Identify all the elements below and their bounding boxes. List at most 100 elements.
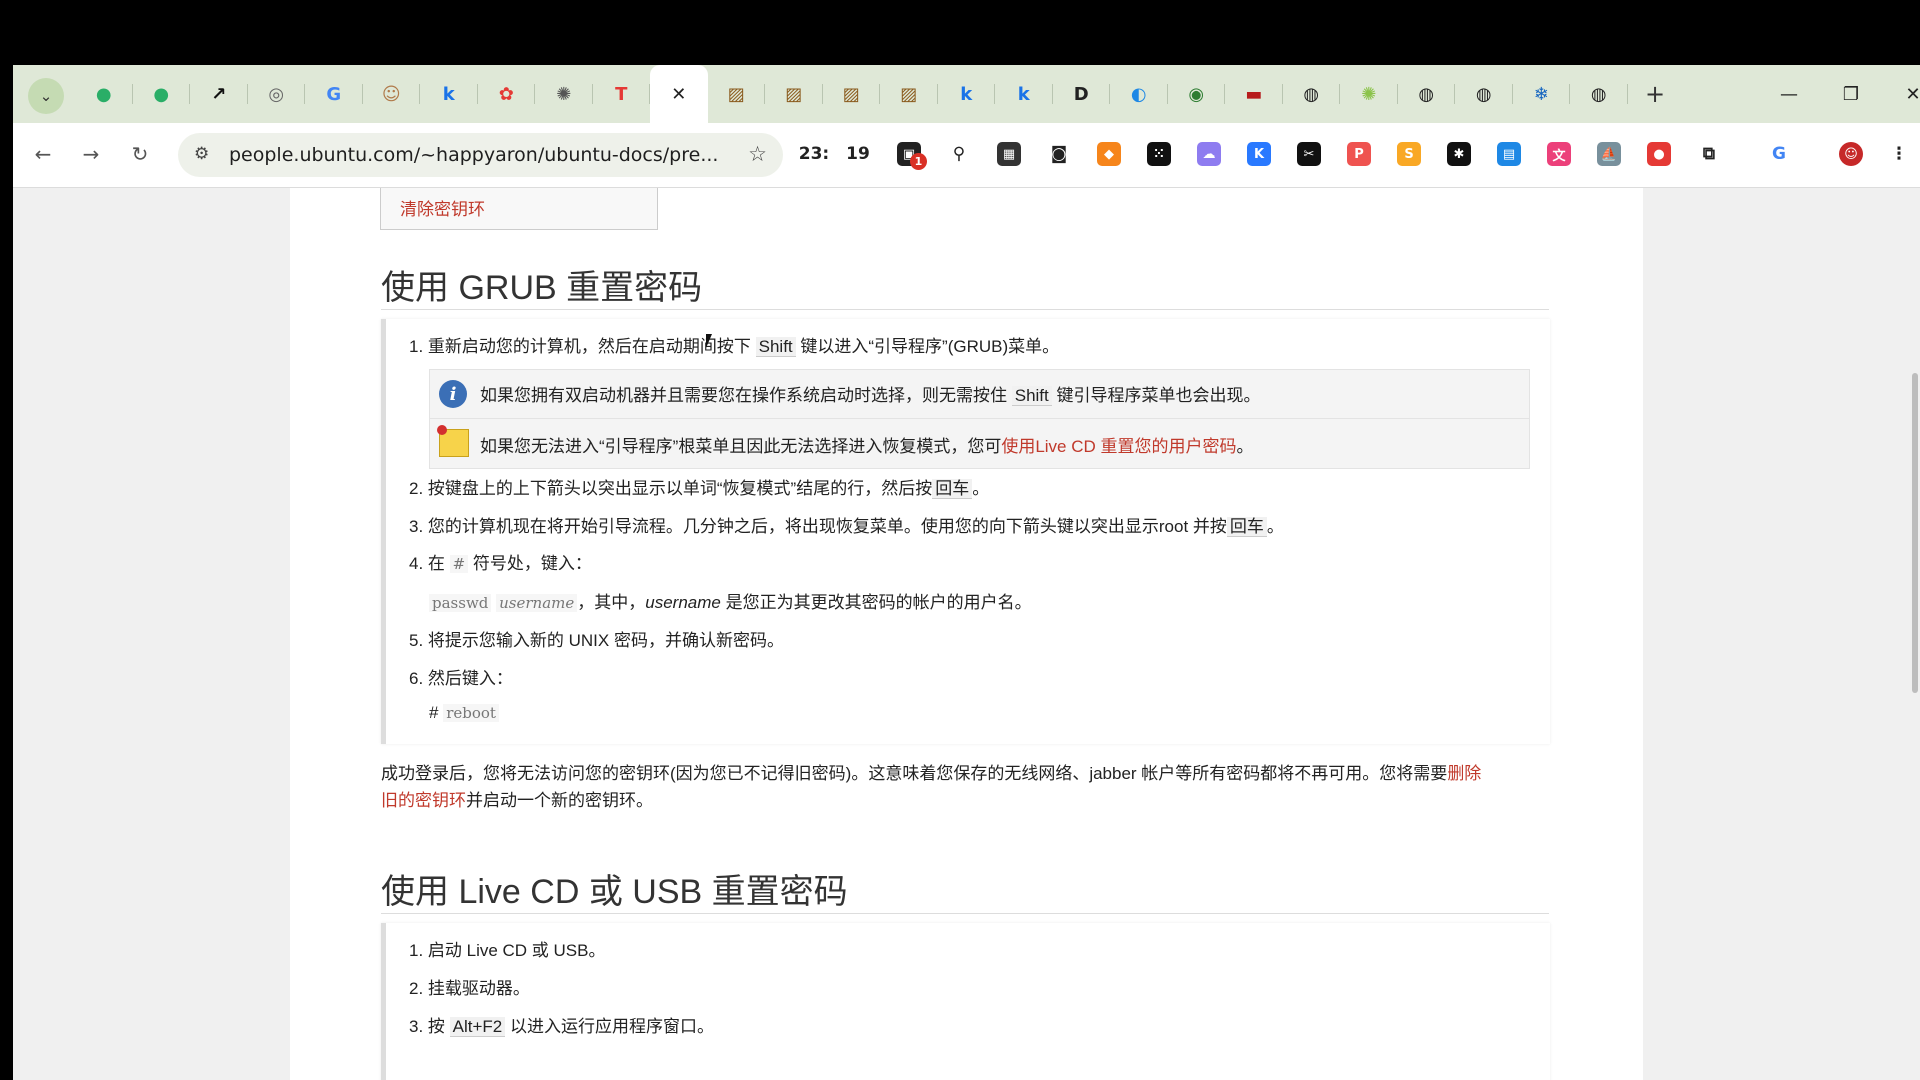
image-tab-1[interactable]: ▨ — [708, 65, 766, 123]
back-button[interactable]: ← — [28, 139, 58, 169]
step-5: 5. 将提示您输入新的 UNIX 密码，并确认新密码。 — [409, 631, 784, 650]
red-t-tab-icon: T — [615, 83, 628, 105]
close-window-button[interactable]: ✕ — [1891, 77, 1920, 111]
globe-tab[interactable]: ◎ — [248, 65, 306, 123]
github-tab-4-icon: ◍ — [1590, 83, 1607, 105]
extension-badge-icon[interactable]: ▣ 1 — [895, 140, 927, 170]
scrollbar-thumb[interactable] — [1912, 373, 1918, 693]
card-tab[interactable]: ▬ — [1225, 65, 1283, 123]
puzzle-extensions-icon[interactable]: ⧉ — [1695, 140, 1723, 168]
search-extension-icon[interactable]: ⚲ — [945, 140, 973, 168]
k-tab-2[interactable]: k — [938, 65, 996, 123]
cloud-extension-icon[interactable]: ☁ — [1195, 140, 1223, 168]
arrow-tab[interactable]: ↗ — [190, 65, 248, 123]
green-tab[interactable]: ◉ — [1168, 65, 1226, 123]
live-step-3: 3. 按 Alt+F2 以进入运行应用程序窗口。 — [409, 1017, 714, 1037]
p-extension-icon[interactable]: P — [1345, 140, 1373, 168]
chevron-down-icon: ⌄ — [39, 87, 53, 105]
chatgpt-tab[interactable]: ✺ — [1340, 65, 1398, 123]
asterisk-extension-icon[interactable]: ✱ — [1445, 140, 1473, 168]
image-tab-3[interactable]: ▨ — [823, 65, 881, 123]
image-extension-icon[interactable]: ▤ — [1495, 140, 1523, 168]
step-3: 3. 您的计算机现在将开始引导流程。几分钟之后，将出现恢复菜单。使用您的向下箭头… — [409, 517, 1284, 537]
github-tab-2[interactable]: ◍ — [1398, 65, 1456, 123]
reboot-command: # reboot — [429, 703, 499, 723]
browser-window: ⌄ ● ● ↗ ◎ G ☺ k ✿ ✺ T ✕ ▨ ▨ ▨ ▨ k k D ◐ ◉ ▬ ◍ ✺ ◍ ◍ ❄ ◍ + — ❐ ✕ ← … — [13, 65, 1920, 1080]
github-tab-1-icon: ◍ — [1303, 83, 1320, 105]
shift-key: Shift — [755, 337, 796, 357]
image-tab-2[interactable]: ▨ — [765, 65, 823, 123]
warning-note-text: 如果您无法进入“引导程序”根菜单且因此无法选择进入恢复模式，您可使用Live C… — [480, 437, 1254, 456]
wechat-tab-2[interactable]: ● — [133, 65, 191, 123]
image-tab-4[interactable]: ▨ — [880, 65, 938, 123]
dash-tab-icon: D — [1073, 83, 1089, 105]
extension-counter-b[interactable]: 19 — [842, 140, 874, 168]
wechat-tab-icon: ● — [95, 83, 112, 105]
clear-keyring-link[interactable]: 清除密钥环 — [400, 195, 485, 220]
image-tab-2-icon: ▨ — [785, 83, 803, 105]
chart-extension-icon[interactable]: ▦ — [995, 140, 1023, 168]
github-tab-2-icon: ◍ — [1418, 83, 1435, 105]
active-tab[interactable]: ✕ — [650, 65, 708, 123]
github-tab-3[interactable]: ◍ — [1455, 65, 1513, 123]
browser-toolbar: ← → ↻ ⚙ people.ubuntu.com/~happyaron/ubu… — [13, 123, 1920, 188]
step-6: 6. 然后键入： — [409, 669, 513, 688]
google-account-icon[interactable]: G — [1765, 140, 1793, 168]
huawei-tab[interactable]: ✿ — [478, 65, 536, 123]
address-bar[interactable]: ⚙ people.ubuntu.com/~happyaron/ubuntu-do… — [178, 133, 783, 177]
active-tab-icon[interactable]: ✕ — [669, 84, 689, 105]
github-tab-1[interactable]: ◍ — [1283, 65, 1341, 123]
tab-search-button[interactable]: ⌄ — [28, 78, 64, 114]
info-note-text: 如果您拥有双启动机器并且需要您在操作系统启动时选择，则无需按住 Shift 键引… — [480, 386, 1261, 406]
openai-tab[interactable]: ✺ — [535, 65, 593, 123]
vertical-scrollbar[interactable] — [1910, 188, 1920, 1080]
red-extension-icon[interactable]: ● — [1645, 140, 1673, 168]
page-viewport: 清除密钥环 使用 GRUB 重置密码 1. 重新启动您的计算机，然后在启动期间按… — [13, 188, 1910, 1080]
github-tab-4[interactable]: ◍ — [1570, 65, 1628, 123]
dash-tab[interactable]: D — [1053, 65, 1111, 123]
wechat-tab-2-icon: ● — [153, 83, 170, 105]
keyring-paragraph: 成功登录后，您将无法访问您的密钥环(因为您已不记得旧密码)。这意味着您保存的无线… — [381, 764, 1482, 810]
boat-extension-icon[interactable]: ⛵ — [1595, 140, 1623, 168]
delete-old-keyring-link[interactable]: 删除 — [1447, 764, 1481, 783]
k-extension-icon[interactable]: K — [1245, 140, 1273, 168]
puzzle-x-extension-icon[interactable]: ✂ — [1295, 140, 1323, 168]
url-text[interactable]: people.ubuntu.com/~happyaron/ubuntu-docs… — [229, 144, 718, 166]
k-tab[interactable]: k — [420, 65, 478, 123]
live-cd-reset-link[interactable]: 使用Live CD 重置您的用户密码 — [1001, 437, 1236, 456]
delete-old-keyring-link-2[interactable]: 旧的密钥环 — [381, 791, 466, 810]
s-extension-icon[interactable]: S — [1395, 140, 1423, 168]
bookmark-star-icon[interactable]: ☆ — [748, 142, 767, 166]
k-tab-2-icon: k — [960, 83, 973, 105]
passwd-command: passwd username ，其中，username 是您正为其更改其密码的帐… — [429, 588, 1032, 613]
reload-button[interactable]: ↻ — [125, 139, 155, 169]
new-tab-button[interactable]: + — [1638, 77, 1672, 111]
card-tab-icon: ▬ — [1245, 83, 1263, 105]
image-tab-1-icon: ▨ — [727, 83, 745, 105]
extension-counter-a[interactable]: 23: — [795, 140, 833, 168]
google-tab-icon: G — [326, 83, 342, 105]
avatar-tab[interactable]: ☺ — [363, 65, 421, 123]
k-tab-3-icon: k — [1017, 83, 1030, 105]
forward-button[interactable]: → — [76, 139, 106, 169]
edge-tab-icon: ◐ — [1130, 83, 1147, 105]
profile-avatar[interactable]: ☺ — [1837, 140, 1865, 168]
camera-extension-icon[interactable]: ◙ — [1045, 140, 1073, 168]
translate-extension-icon[interactable]: 文 — [1545, 140, 1573, 168]
step-1: 1. 重新启动您的计算机，然后在启动期间按下 Shift 键以进入“引导程序”(… — [409, 337, 1060, 357]
k-tab-3[interactable]: k — [995, 65, 1053, 123]
screen-top-bar — [0, 0, 1920, 65]
restore-button[interactable]: ❐ — [1829, 77, 1873, 111]
site-info-icon[interactable]: ⚙ — [194, 144, 209, 164]
dice-extension-icon[interactable]: ⁙ — [1145, 140, 1173, 168]
more-menu-icon[interactable]: ⋮ — [1885, 140, 1913, 168]
minimize-button[interactable]: — — [1767, 77, 1811, 111]
wechat-tab[interactable]: ● — [75, 65, 133, 123]
metamask-extension-icon[interactable]: ◆ — [1095, 140, 1123, 168]
red-t-tab[interactable]: T — [593, 65, 651, 123]
chatgpt-tab-icon: ✺ — [1361, 83, 1377, 105]
google-tab[interactable]: G — [305, 65, 363, 123]
edge-tab[interactable]: ◐ — [1110, 65, 1168, 123]
snowflake-tab[interactable]: ❄ — [1513, 65, 1571, 123]
avatar-tab-icon: ☺ — [381, 83, 401, 105]
